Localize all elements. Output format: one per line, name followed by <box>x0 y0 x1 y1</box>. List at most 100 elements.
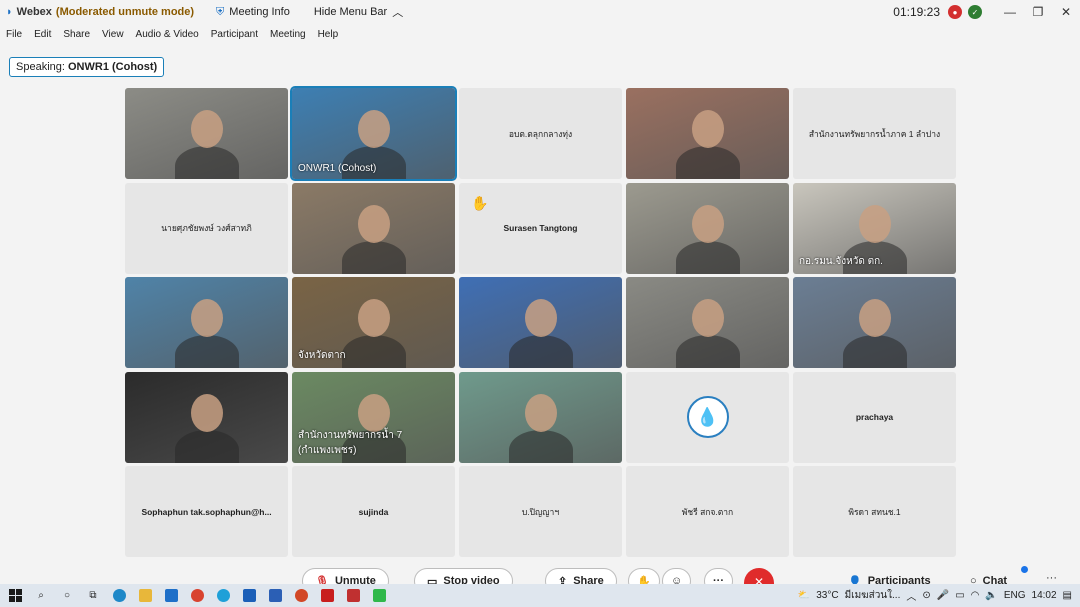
participant-tile[interactable] <box>626 277 789 368</box>
person-silhouette <box>175 146 239 179</box>
leave-meeting-button[interactable]: ✕ <box>744 568 774 584</box>
chat-label: Chat <box>982 575 1008 584</box>
minimize-button[interactable]: — <box>996 5 1024 19</box>
participant-tile[interactable]: สำนักงานทรัพยากรน้ำภาค 1 ลำปาง <box>793 88 956 179</box>
menu-meeting[interactable]: Meeting <box>264 26 312 44</box>
acrobat-icon[interactable] <box>314 584 340 607</box>
menu-audio-video[interactable]: Audio & Video <box>130 26 205 44</box>
mic-muted-icon: 🎙 <box>315 575 329 585</box>
participant-tile[interactable]: กอ.รมน.จังหวัด ตก. <box>793 182 956 274</box>
participant-tile[interactable]: sujinda <box>292 466 455 557</box>
participant-name: นายศุภชัยพงษ์ วงศ์สาทภิ <box>161 223 252 233</box>
close-button[interactable]: ✕ <box>1052 5 1080 19</box>
taskbar-clock[interactable]: 14:02 <box>1032 590 1057 601</box>
video-feed <box>125 88 288 179</box>
line-icon[interactable] <box>366 584 392 607</box>
participant-tile[interactable] <box>125 371 288 463</box>
participant-tile[interactable] <box>125 88 288 179</box>
participant-tile[interactable]: นายศุภชัยพงษ์ วงศ์สาทภิ <box>125 182 288 274</box>
webex-taskbar-icon[interactable] <box>210 584 236 607</box>
menu-file[interactable]: File <box>0 26 28 44</box>
chat-icon: ○ <box>970 575 977 584</box>
participant-tile[interactable] <box>292 182 455 274</box>
file-explorer-icon[interactable] <box>132 584 158 607</box>
participant-tile[interactable] <box>793 277 956 368</box>
participant-name: ONWR1 (Cohost) <box>298 163 377 174</box>
weather-text[interactable]: มีเมฆส่วนใ... <box>845 588 901 603</box>
cortana-icon[interactable]: ○ <box>54 584 80 607</box>
participant-name: sujinda <box>358 506 389 517</box>
participant-tile[interactable]: ONWR1 (Cohost) <box>290 86 457 181</box>
zoom-icon[interactable] <box>236 584 262 607</box>
participant-tile[interactable] <box>459 371 622 463</box>
participant-tile[interactable] <box>626 88 789 179</box>
notification-icon[interactable]: ▤ <box>1063 590 1072 601</box>
raise-hand-button[interactable]: ✋ <box>628 568 660 584</box>
mail-icon[interactable] <box>158 584 184 607</box>
meeting-timer: 01:19:23 <box>893 5 940 19</box>
stop-video-button[interactable]: ▭ Stop video <box>414 568 513 584</box>
participant-name: กอ.รมน.จังหวัด ตก. <box>799 255 883 267</box>
participant-tile[interactable] <box>125 277 288 368</box>
participants-button[interactable]: 👤 Participants <box>836 568 943 584</box>
participant-tile[interactable]: สำนักงานทรัพยากรน้ำ 7 (กำแพงเพชร) <box>292 371 455 463</box>
participant-name: พัชรี สกจ.ตาก <box>681 506 734 517</box>
edge-icon[interactable] <box>106 584 132 607</box>
video-feed <box>626 88 789 179</box>
participant-tile[interactable] <box>459 277 622 368</box>
app-icon[interactable] <box>340 584 366 607</box>
restore-button[interactable]: ❐ <box>1024 5 1052 19</box>
menu-help[interactable]: Help <box>312 26 345 44</box>
person-head <box>525 299 557 337</box>
participant-tile[interactable]: อบต.ตลุกกลางทุ่ง <box>459 88 622 179</box>
share-button[interactable]: ⇪ Share <box>545 568 617 584</box>
powerpoint-icon[interactable] <box>288 584 314 607</box>
volume-icon[interactable]: 🔈 <box>985 590 997 601</box>
task-view-icon[interactable]: ⧉ <box>80 584 106 607</box>
participant-tile[interactable]: 💧 <box>626 371 789 463</box>
chat-button[interactable]: ○ Chat <box>958 568 1019 584</box>
unmute-button[interactable]: 🎙 Unmute <box>302 568 389 584</box>
menu-view[interactable]: View <box>96 26 130 44</box>
weather-temp[interactable]: 33°C <box>816 590 838 601</box>
participant-tile[interactable] <box>626 182 789 274</box>
menu-participant[interactable]: Participant <box>205 26 264 44</box>
participant-tile[interactable]: บ.ปิญญาฯ <box>459 466 622 557</box>
participant-name: prachaya <box>855 412 894 422</box>
person-silhouette <box>509 335 573 368</box>
hide-menu-bar-button[interactable]: Hide Menu Bar ︿ <box>314 4 403 20</box>
windows-start-icon[interactable] <box>2 584 28 607</box>
participant-tile[interactable]: Sophaphun tak.sophaphun@h... <box>125 466 288 557</box>
more-icon[interactable]: ··· <box>1046 572 1057 584</box>
chevron-up-icon[interactable]: ︿ <box>906 588 916 603</box>
person-silhouette <box>676 146 740 179</box>
person-silhouette <box>676 240 740 274</box>
participant-tile[interactable]: prachaya <box>793 371 956 463</box>
person-silhouette <box>342 240 406 274</box>
video-feed <box>793 277 956 368</box>
chrome-icon[interactable] <box>184 584 210 607</box>
participant-tile[interactable]: ✋ Surasen Tangtong <box>459 182 622 274</box>
participant-tile[interactable]: พัชรี สกจ.ตาก <box>626 466 789 557</box>
person-silhouette <box>509 429 573 463</box>
participant-tile[interactable]: พิรดา สทนช.1 <box>793 466 956 557</box>
participant-name: จังหวัดตาก <box>298 350 346 361</box>
system-tray: ⛅ 33°C มีเมฆส่วนใ... ︿ ⊙ 🎤 ▭ ◠ 🔈 ENG 14:… <box>798 584 1080 607</box>
search-icon[interactable]: ⌕ <box>28 584 54 607</box>
menu-edit[interactable]: Edit <box>28 26 57 44</box>
reactions-button[interactable]: ☺ <box>662 568 692 584</box>
participant-tile[interactable]: จังหวัดตาก <box>292 277 455 368</box>
person-silhouette <box>175 335 239 368</box>
wifi-icon[interactable]: ◠ <box>971 590 980 601</box>
person-head <box>191 110 223 148</box>
more-options-button[interactable]: ··· <box>704 568 733 584</box>
battery-icon[interactable]: ▭ <box>955 590 964 601</box>
language-indicator[interactable]: ENG <box>1004 590 1026 601</box>
video-feed <box>125 277 288 368</box>
meeting-info-button[interactable]: ⛨ Meeting Info <box>216 6 290 19</box>
chat-notification-dot <box>1021 566 1028 573</box>
network-icon[interactable]: ⊙ <box>922 590 930 601</box>
word-icon[interactable] <box>262 584 288 607</box>
microphone-icon[interactable]: 🎤 <box>937 590 949 601</box>
menu-share[interactable]: Share <box>57 26 96 44</box>
